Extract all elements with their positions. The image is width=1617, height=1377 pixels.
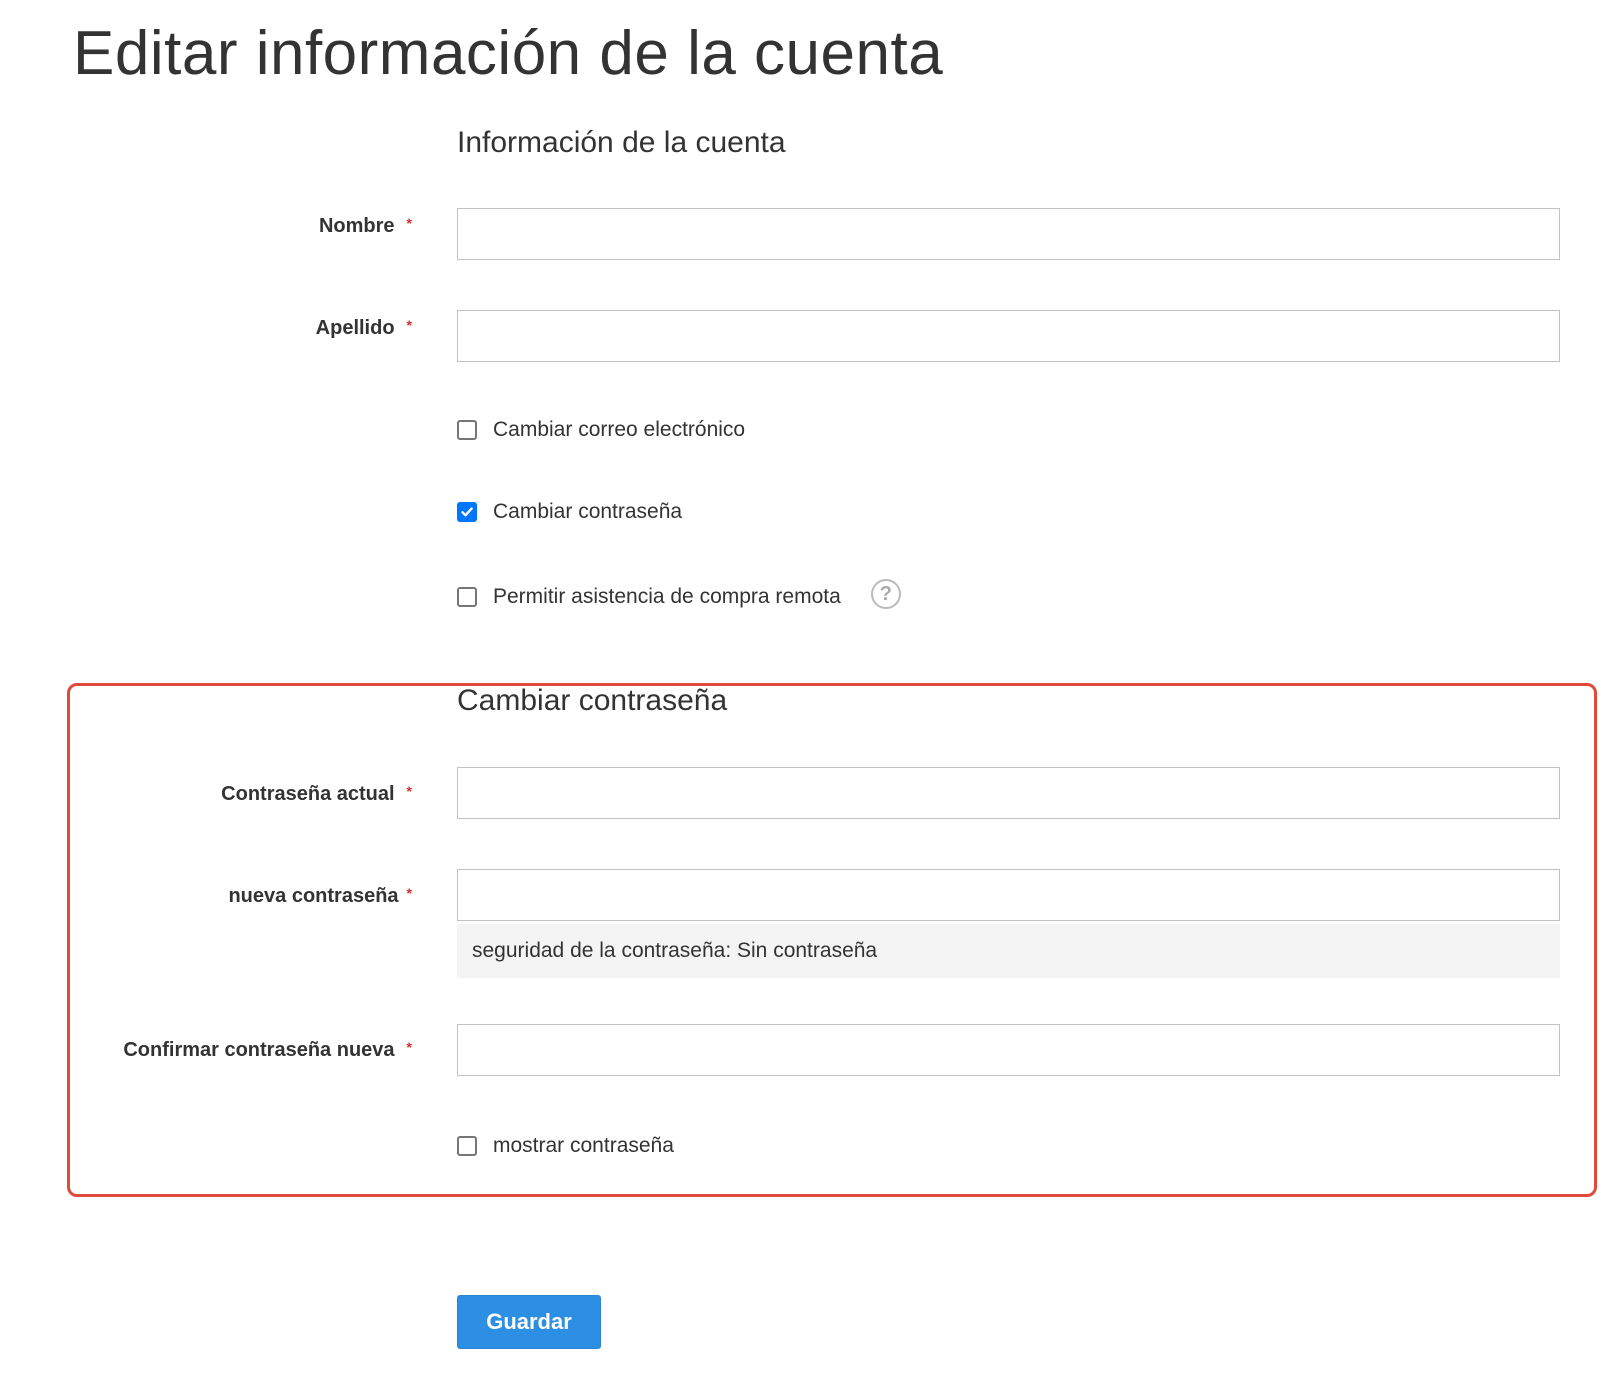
confirm-password-label: Confirmar contraseña nueva * [123, 1039, 412, 1062]
question-mark-icon[interactable]: ? [870, 579, 901, 609]
remote-assistance-option[interactable]: Permitir asistencia de compra remota ? [457, 579, 901, 609]
checkmark-icon [461, 507, 473, 517]
new-password-label-text: nueva contraseña [228, 885, 399, 907]
change-password-checkbox[interactable] [457, 502, 477, 522]
current-password-label: Contraseña actual * [221, 783, 412, 806]
account-edit-page: Editar información de la cuenta Informac… [0, 0, 1617, 1377]
required-marker: * [406, 317, 412, 333]
page-title: Editar información de la cuenta [73, 19, 944, 88]
first-name-input[interactable] [457, 208, 1560, 260]
new-password-label: nueva contraseña * [228, 885, 412, 908]
account-info-section-title: Información de la cuenta [457, 126, 786, 159]
first-name-label-text: Nombre [318, 215, 395, 237]
new-password-input[interactable] [457, 869, 1560, 921]
current-password-input[interactable] [457, 767, 1560, 819]
required-marker: * [406, 215, 412, 231]
change-password-option[interactable]: Cambiar contraseña [457, 500, 682, 524]
show-password-checkbox[interactable] [457, 1136, 477, 1156]
remote-assistance-label[interactable]: Permitir asistencia de compra remota [493, 585, 841, 609]
required-marker: * [406, 783, 412, 799]
first-name-label: Nombre * [319, 215, 412, 238]
remote-assistance-checkbox[interactable] [457, 587, 477, 607]
last-name-input[interactable] [457, 310, 1560, 362]
change-email-label[interactable]: Cambiar correo electrónico [493, 418, 745, 442]
change-email-option[interactable]: Cambiar correo electrónico [457, 418, 745, 442]
password-strength-meter: seguridad de la contraseña: Sin contrase… [457, 924, 1560, 978]
change-password-section-title: Cambiar contraseña [457, 684, 728, 717]
change-password-label[interactable]: Cambiar contraseña [493, 500, 682, 524]
change-email-checkbox[interactable] [457, 420, 477, 440]
current-password-label-text: Contraseña actual [221, 783, 395, 805]
confirm-password-input[interactable] [457, 1024, 1560, 1076]
show-password-label[interactable]: mostrar contraseña [493, 1134, 674, 1158]
save-button[interactable]: Guardar [457, 1295, 601, 1349]
confirm-password-label-text: Confirmar contraseña nueva [123, 1039, 395, 1061]
last-name-label-text: Apellido [315, 317, 395, 339]
required-marker: * [406, 1039, 412, 1055]
last-name-label: Apellido * [316, 317, 412, 340]
show-password-option[interactable]: mostrar contraseña [457, 1134, 674, 1158]
required-marker: * [406, 885, 412, 901]
